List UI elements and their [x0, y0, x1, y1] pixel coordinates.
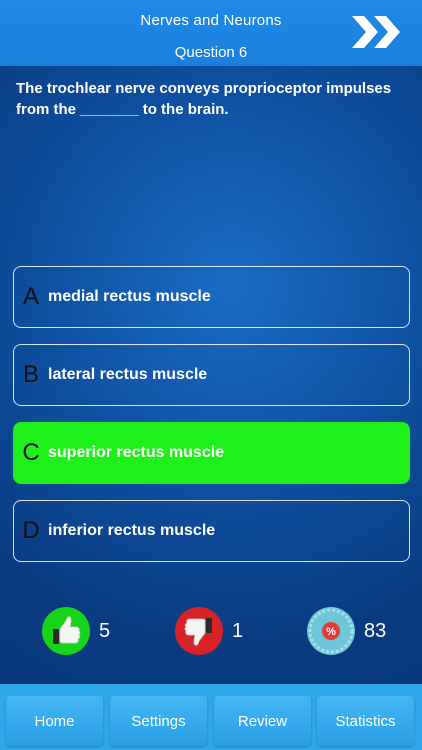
answer-text: superior rectus muscle: [48, 444, 225, 461]
header-bar: Nerves and Neurons Question 6: [0, 0, 422, 66]
tab-statistics[interactable]: Statistics: [317, 696, 414, 746]
answer-letter: B: [22, 361, 39, 388]
percent-badge-icon: %: [307, 607, 355, 655]
percent-score: 83: [364, 620, 387, 642]
answer-text: medial rectus muscle: [48, 288, 211, 305]
tab-home[interactable]: Home: [6, 696, 103, 746]
answer-text: inferior rectus muscle: [48, 522, 216, 539]
answer-letter: A: [22, 283, 39, 310]
svg-text:%: %: [326, 626, 336, 638]
thumbs-up-icon: [42, 607, 90, 655]
bottom-tab-bar: Home Settings Review Statistics: [0, 684, 422, 750]
next-question-button[interactable]: [348, 12, 406, 52]
tab-review[interactable]: Review: [214, 696, 311, 746]
question-text: The trochlear nerve conveys propriocepto…: [16, 80, 392, 118]
answer-option-d[interactable]: D inferior rectus muscle: [13, 500, 410, 562]
correct-count: 5: [99, 620, 111, 642]
thumbs-down-icon: [175, 607, 223, 655]
answer-letter: D: [22, 517, 40, 544]
tab-settings[interactable]: Settings: [110, 696, 207, 746]
double-chevron-right-icon: [352, 16, 400, 48]
wrong-count: 1: [232, 620, 244, 642]
answer-option-b[interactable]: B lateral rectus muscle: [13, 344, 410, 406]
answer-option-c[interactable]: C superior rectus muscle: [13, 422, 410, 484]
answer-option-a[interactable]: A medial rectus muscle: [13, 266, 410, 328]
answer-letter: C: [22, 439, 40, 466]
answer-text: lateral rectus muscle: [48, 366, 208, 383]
